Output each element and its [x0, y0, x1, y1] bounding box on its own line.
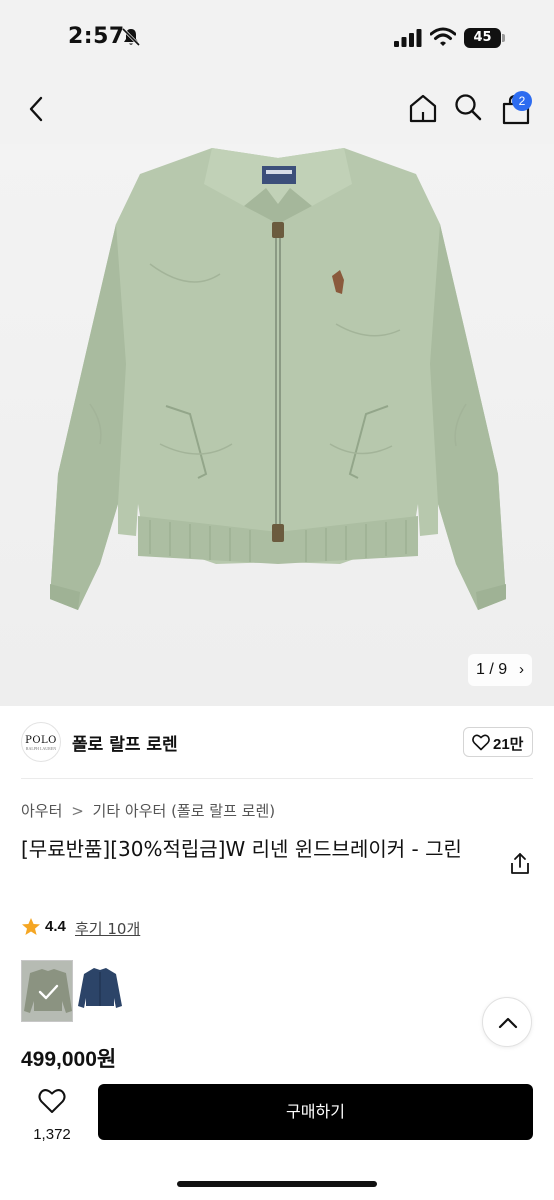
- home-indicator: [177, 1181, 377, 1187]
- heart-icon: [472, 734, 490, 751]
- cart-count-badge: 2: [512, 91, 532, 111]
- search-icon[interactable]: [453, 92, 483, 122]
- battery-icon: 45: [464, 28, 506, 48]
- wifi-icon: [430, 27, 456, 46]
- product-title: [무료반품][30%적립금]W 리넨 윈드브레이커 - 그린: [21, 837, 462, 861]
- chevron-left-icon[interactable]: [22, 94, 52, 124]
- buy-button[interactable]: 구매하기: [98, 1084, 533, 1140]
- green-jacket-thumbnail: [22, 961, 72, 1021]
- brand-name[interactable]: 폴로 랄프 로렌: [72, 730, 178, 755]
- home-icon[interactable]: [407, 92, 439, 124]
- chevron-right-icon: ›: [519, 661, 524, 678]
- brand-like-button[interactable]: 21만: [463, 727, 533, 757]
- bell-off-icon: [121, 27, 141, 47]
- jacket-product-image: [50, 148, 506, 610]
- review-link[interactable]: 후기 10개: [75, 918, 140, 939]
- product-price: 499,000원: [21, 1048, 117, 1071]
- image-counter[interactable]: 1 / 9 ›: [468, 654, 532, 686]
- navy-jacket-thumbnail: [78, 968, 122, 1008]
- color-swatch-green[interactable]: [21, 960, 73, 1022]
- signal-icon: [394, 29, 422, 47]
- brand-logo-text: POLO: [25, 735, 57, 746]
- brand-logo-subtext: RALPH LAUREN: [25, 746, 57, 751]
- wishlist-button[interactable]: 1,372: [24, 1084, 80, 1148]
- brand-row: POLO RALPH LAUREN 폴로 랄프 로렌 21만: [0, 706, 554, 778]
- breadcrumb-item-other-outer[interactable]: 기타 아우터 (폴로 랄프 로렌): [93, 800, 276, 821]
- image-counter-text: 1 / 9: [476, 661, 508, 678]
- brand-logo[interactable]: POLO RALPH LAUREN: [21, 722, 61, 762]
- product-image-gallery[interactable]: 1 / 9 ›: [0, 144, 554, 706]
- brand-like-count: 21만: [493, 736, 524, 753]
- heart-icon: [38, 1089, 66, 1113]
- status-time: 2:57: [68, 24, 125, 49]
- status-bar: 2:57 45: [0, 0, 554, 74]
- battery-level: 45: [464, 28, 501, 48]
- breadcrumb: 아우터 > 기타 아우터 (폴로 랄프 로렌): [21, 800, 275, 821]
- scroll-top-button[interactable]: [482, 997, 532, 1047]
- share-icon[interactable]: [508, 852, 532, 876]
- star-icon: [22, 918, 40, 935]
- breadcrumb-item-outer[interactable]: 아우터: [21, 800, 62, 821]
- top-nav: [0, 74, 554, 144]
- color-swatch-navy[interactable]: [74, 960, 126, 1022]
- chevron-up-icon: [498, 1017, 518, 1029]
- wishlist-count: 1,372: [33, 1126, 71, 1143]
- chevron-right-icon: >: [71, 802, 84, 820]
- rating-value: 4.4: [45, 918, 66, 935]
- divider: [21, 778, 533, 779]
